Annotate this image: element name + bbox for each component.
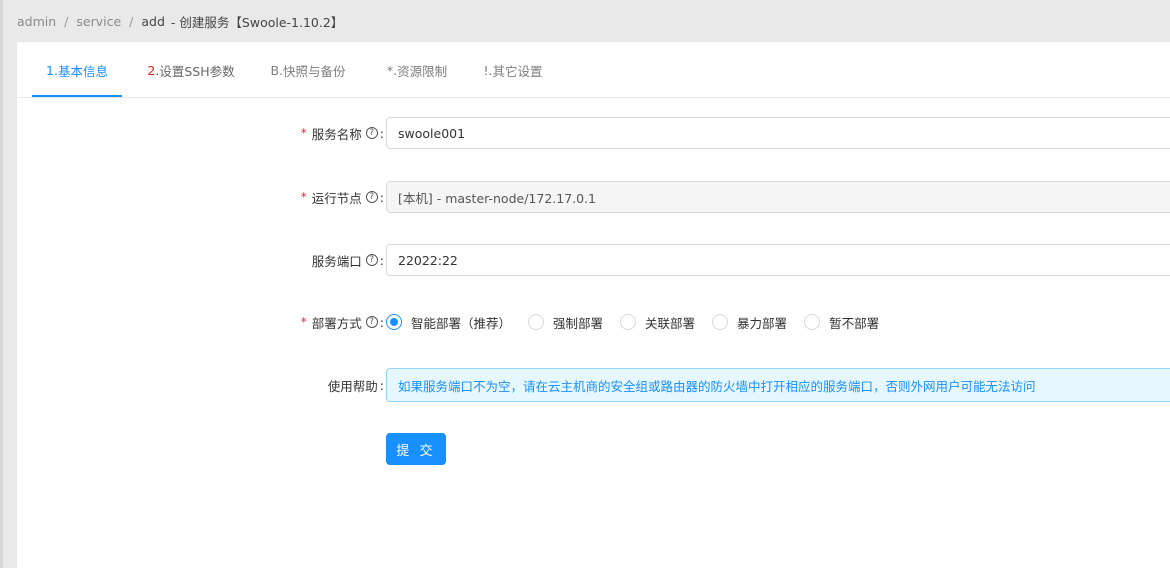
tab-bar: 1. 基本信息 2. 设置SSH参数 B. 快照与备份 *. 资源限制 !. 其它设置 (17, 42, 1170, 98)
tab-label: 基本信息 (57, 63, 108, 79)
tab-basic-info[interactable]: 1. 基本信息 (32, 42, 122, 98)
breadcrumb-service[interactable]: service (76, 14, 121, 29)
required-mark: * (300, 190, 307, 204)
help-alert: 如果服务端口不为空，请在云主机商的安全组或路由器的防火墙中打开相应的服务端口，否… (386, 368, 1170, 402)
page-title: - 创建服务【Swoole-1.10.2】 (170, 14, 344, 30)
submit-button[interactable]: 提 交 (386, 433, 446, 465)
deploy-mode-radio-group: 智能部署（推荐） 强制部署 关联部署 暴力部署 暂不部署 (386, 306, 896, 338)
tab-resource-limits[interactable]: *. 资源限制 (377, 42, 457, 98)
tab-number: *. (386, 62, 398, 78)
form-panel: 1. 基本信息 2. 设置SSH参数 B. 快照与备份 *. 资源限制 !. 其它设置 *… (17, 42, 1170, 568)
tab-snapshot-backup[interactable]: B. 快照与备份 (265, 42, 351, 98)
breadcrumb-admin[interactable]: admin (17, 14, 56, 29)
radio-unchecked-icon[interactable] (804, 314, 821, 330)
required-mark: * (300, 126, 307, 140)
deploy-mode-label: * 部署方式 ? : (300, 314, 384, 331)
tab-number: !. (483, 62, 493, 78)
question-circle-icon[interactable]: ? (365, 191, 378, 203)
radio-checked-icon[interactable] (386, 314, 402, 330)
tab-number: 2. (147, 62, 160, 78)
help-label: 使用帮助 : (327, 377, 384, 394)
question-circle-icon[interactable]: ? (365, 254, 378, 266)
tab-label: 快照与备份 (283, 63, 346, 79)
run-node-select[interactable]: [本机] - master-node/172.17.0.1 (386, 181, 1170, 213)
run-node-label: * 运行节点 ? : (300, 189, 384, 206)
radio-unchecked-icon[interactable] (712, 314, 729, 330)
radio-linked-deploy[interactable]: 关联部署 (620, 313, 695, 332)
radio-unchecked-icon[interactable] (620, 314, 637, 330)
service-port-input[interactable]: 22022:22 (386, 244, 1170, 276)
tab-ssh-settings[interactable]: 2. 设置SSH参数 (139, 42, 243, 98)
radio-brute-deploy[interactable]: 暴力部署 (712, 313, 787, 332)
active-tab-indicator (32, 95, 122, 97)
tab-number: B. (270, 62, 284, 78)
breadcrumb-separator: / (64, 13, 69, 29)
radio-unchecked-icon[interactable] (528, 314, 545, 330)
required-mark: * (300, 315, 307, 329)
breadcrumb-separator: / (129, 13, 134, 29)
radio-smart-deploy[interactable]: 智能部署（推荐） (386, 313, 511, 332)
breadcrumb-add: add (141, 13, 165, 29)
tab-other-settings[interactable]: !. 其它设置 (480, 42, 546, 98)
question-circle-icon[interactable]: ? (365, 316, 378, 328)
tab-number: 1. (46, 62, 58, 78)
radio-force-deploy[interactable]: 强制部署 (528, 313, 603, 332)
service-port-label: 服务端口 ? : (311, 252, 384, 269)
breadcrumb: admin / service / add - 创建服务【Swoole-1.10… (17, 11, 343, 31)
service-name-label: * 服务名称 ? : (300, 125, 384, 142)
tab-label: 其它设置 (492, 63, 543, 79)
window-left-edge (0, 0, 3, 568)
radio-no-deploy[interactable]: 暂不部署 (804, 313, 879, 332)
question-circle-icon[interactable]: ? (365, 127, 378, 139)
tab-label: 设置SSH参数 (159, 63, 235, 79)
service-name-input[interactable]: swoole001 (386, 117, 1170, 149)
tab-label: 资源限制 (397, 63, 448, 79)
